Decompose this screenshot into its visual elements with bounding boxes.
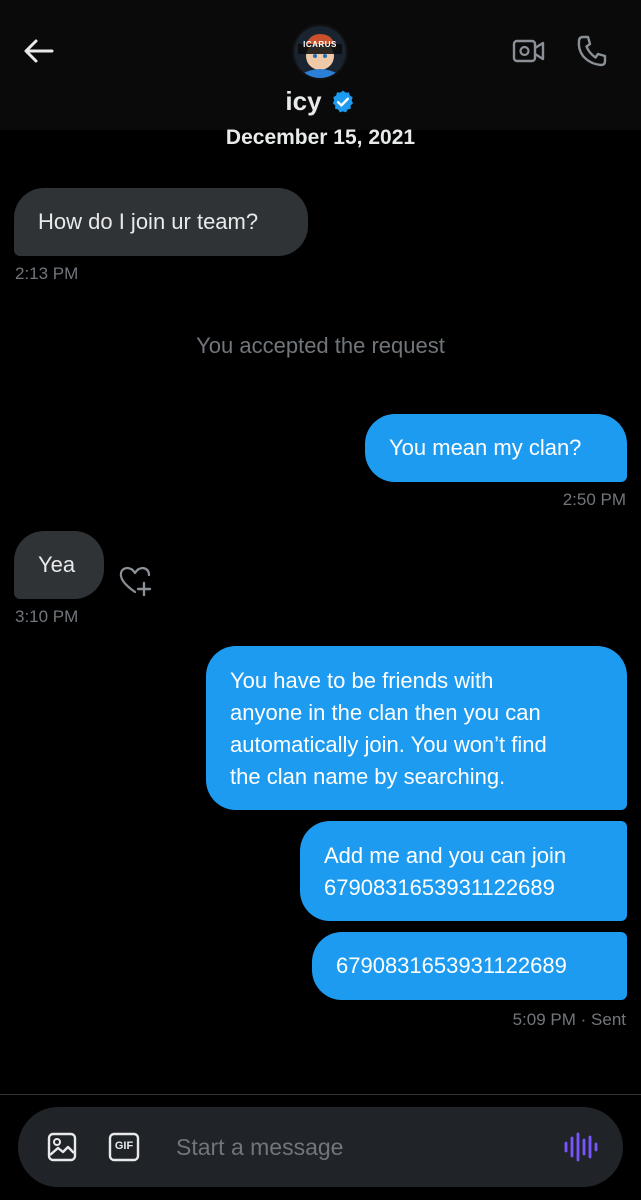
contact-avatar-image: [294, 26, 346, 78]
message-bubble-incoming[interactable]: Yea: [14, 531, 104, 599]
avatar[interactable]: [292, 24, 348, 80]
message-timestamp: 5:09 PM: [512, 1010, 576, 1029]
message-text: You mean my clan?: [389, 435, 582, 460]
message-timestamp: 2:50 PM: [562, 490, 626, 509]
message-composer: GIF: [18, 1107, 623, 1187]
message-status-row: 5:09 PM · Sent: [440, 1010, 626, 1030]
heart-plus-icon: [119, 566, 152, 597]
message-text-line: 6790831653931122689: [324, 875, 555, 900]
verified-badge-icon: [332, 90, 353, 112]
message-status: · Sent: [580, 1010, 626, 1029]
message-bubble-outgoing[interactable]: 6790831653931122689: [312, 932, 627, 1000]
voice-message-icon: [564, 1132, 598, 1162]
composer-divider: [0, 1094, 641, 1095]
message-text: Yea: [38, 552, 76, 577]
message-text-line: You have to be friends with: [230, 668, 494, 693]
message-input[interactable]: [176, 1125, 546, 1169]
message-bubble-outgoing[interactable]: Add me and you can join 6790831653931122…: [300, 821, 627, 921]
phone-call-button[interactable]: [576, 34, 608, 68]
message-text: 6790831653931122689: [336, 953, 567, 978]
add-image-button[interactable]: [46, 1131, 78, 1163]
video-call-button[interactable]: [512, 36, 546, 66]
avatar-logo-text: ICARUS: [303, 40, 337, 49]
contact-name: icy: [285, 86, 322, 116]
system-notice: You accepted the request: [196, 333, 445, 358]
image-icon: [47, 1132, 77, 1162]
gif-label: GIF: [114, 1140, 134, 1152]
message-text-line: automatically join. You won’t find: [230, 732, 547, 757]
back-button[interactable]: [22, 36, 56, 66]
conversation-header: ICARUS icy: [0, 0, 641, 130]
back-arrow-icon: [24, 39, 54, 63]
video-call-icon: [512, 39, 545, 63]
message-text-line: anyone in the clan then you can: [230, 700, 541, 725]
react-button[interactable]: [118, 565, 154, 597]
add-gif-button[interactable]: GIF: [108, 1131, 140, 1163]
contact-name-row[interactable]: icy: [0, 86, 641, 117]
message-timestamp: 3:10 PM: [15, 607, 79, 626]
voice-message-button[interactable]: [562, 1129, 598, 1165]
message-bubble-incoming[interactable]: How do I join ur team?: [14, 188, 308, 256]
message-text-line: the clan name by searching.: [230, 764, 506, 789]
phone-call-icon: [577, 35, 607, 67]
message-bubble-outgoing[interactable]: You mean my clan?: [365, 414, 627, 482]
message-bubble-outgoing[interactable]: You have to be friends with anyone in th…: [206, 646, 627, 810]
conversation-date: December 15, 2021: [225, 126, 416, 149]
message-text-line: Add me and you can join: [324, 843, 567, 868]
message-text: How do I join ur team?: [38, 209, 259, 234]
message-timestamp: 2:13 PM: [15, 264, 79, 283]
